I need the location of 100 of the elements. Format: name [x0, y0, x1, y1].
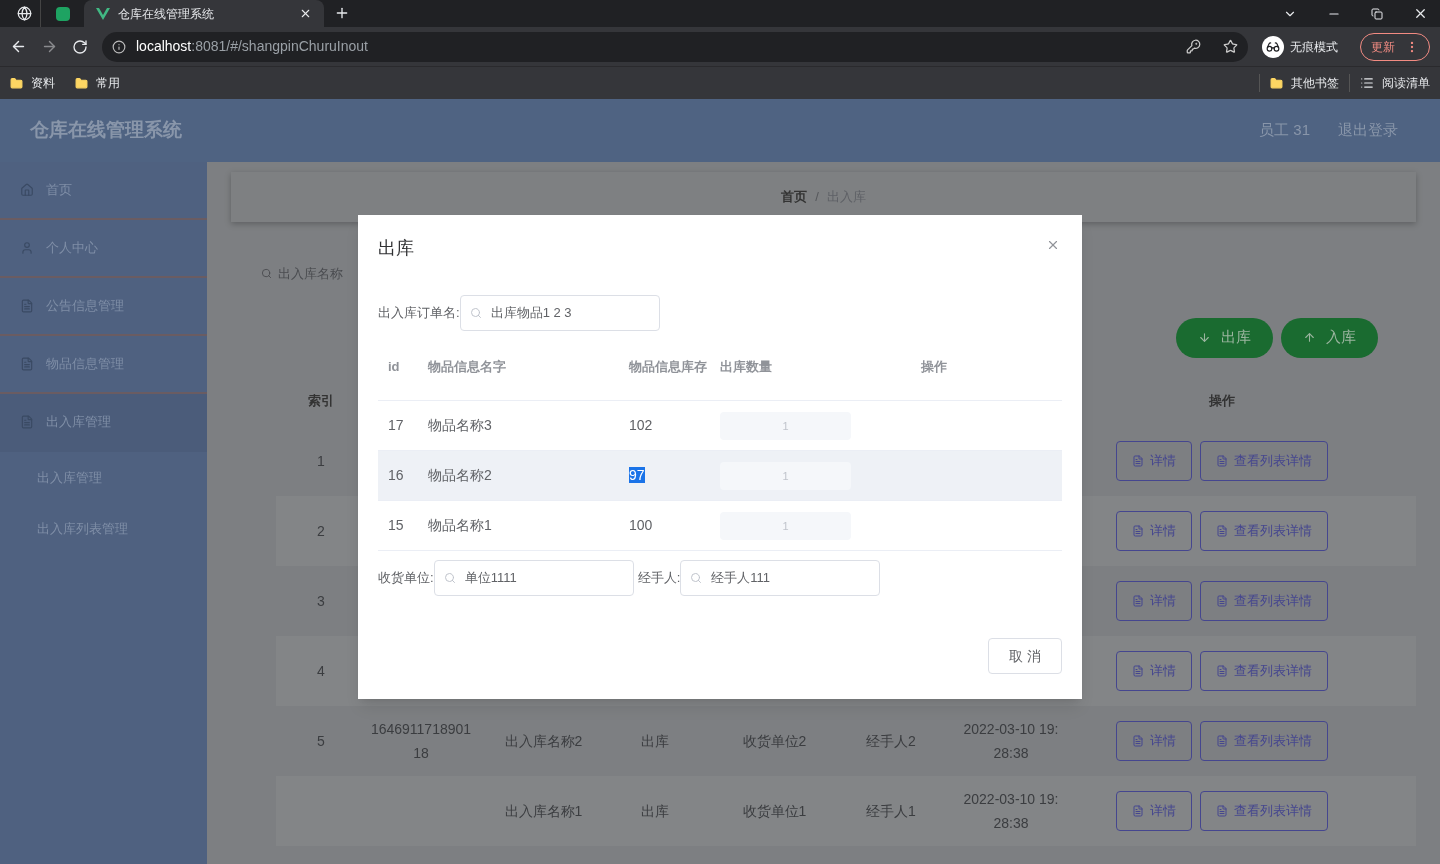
- info-icon: [112, 39, 126, 54]
- field-label: 出入库订单名:: [378, 304, 460, 323]
- column-header: 操作: [921, 357, 947, 376]
- table-cell-text: 16: [387, 466, 405, 485]
- app-title: 仓库在线管理系统: [30, 118, 182, 143]
- table-cell: 出库: [640, 802, 669, 819]
- reload-icon[interactable]: [72, 38, 88, 55]
- document-icon: [1132, 454, 1144, 467]
- search-icon: [443, 572, 456, 584]
- breadcrumb-link[interactable]: 首页: [781, 187, 808, 207]
- text-field[interactable]: 出库物品1 2 3: [459, 295, 660, 331]
- document-icon: [1216, 454, 1228, 467]
- folder-icon: [1270, 76, 1283, 90]
- table-cell: 1: [317, 452, 325, 469]
- logout-link[interactable]: 退出登录: [1338, 119, 1398, 142]
- forward-icon[interactable]: [41, 38, 58, 55]
- row-button[interactable]: 查看列表详情: [1200, 790, 1328, 831]
- home-icon: [20, 183, 34, 197]
- list-icon: [1360, 76, 1374, 90]
- row-button[interactable]: 详情: [1116, 510, 1192, 551]
- document-icon: [1216, 524, 1228, 537]
- document-icon: [20, 299, 34, 313]
- close-icon[interactable]: [299, 7, 312, 20]
- document-icon: [1132, 524, 1144, 537]
- close-icon[interactable]: [1413, 6, 1428, 21]
- column-header: 索引: [308, 392, 334, 408]
- action-button[interactable]: 出库: [1176, 317, 1273, 358]
- incognito-icon: [1262, 35, 1284, 58]
- table-cell-text: 15: [387, 516, 405, 535]
- column-header: 出库数量: [720, 357, 773, 376]
- table-cell: 收货单位1: [742, 802, 807, 819]
- new-tab-icon[interactable]: [334, 5, 350, 21]
- table-cell: 收货单位2: [742, 732, 807, 749]
- tab-title: 仓库在线管理系统: [118, 5, 215, 23]
- table-cell: 2022-03-10 19:28:38: [963, 790, 1059, 831]
- key-icon[interactable]: [1186, 39, 1201, 54]
- document-icon: [1132, 734, 1144, 747]
- search-icon: [690, 572, 703, 584]
- column-header: 物品信息名字: [428, 357, 507, 376]
- text-field[interactable]: 单位1111: [433, 560, 634, 596]
- action-button[interactable]: 入库: [1281, 317, 1378, 358]
- document-icon: [1132, 804, 1144, 817]
- table-cell-text: 物品名称3: [428, 416, 493, 435]
- url-text: localhost:8081/#/shangpinChuruInout: [136, 37, 368, 56]
- field-label: 经手人:: [637, 569, 681, 588]
- table-cell: 5: [317, 732, 325, 749]
- restore-icon[interactable]: [1371, 7, 1383, 20]
- table-cell: 经手人2: [866, 732, 916, 749]
- bookmark-folder[interactable]: 常用: [75, 74, 120, 92]
- table-cell-text: 物品名称1: [428, 516, 493, 535]
- column-header: 物品信息库存: [629, 357, 708, 376]
- arrow-up-icon: [1303, 331, 1316, 344]
- address-bar[interactable]: localhost:8081/#/shangpinChuruInout: [102, 31, 1248, 62]
- table-cell: 102: [629, 417, 653, 433]
- reading-list-button[interactable]: 阅读清单: [1349, 74, 1430, 92]
- globe-icon: [16, 6, 32, 21]
- table-cell: 3: [317, 592, 325, 609]
- bookmark-folder[interactable]: 资料: [10, 74, 55, 92]
- table-cell-text: 物品名称2: [428, 466, 493, 485]
- row-button[interactable]: 详情: [1116, 650, 1192, 691]
- row-button[interactable]: 查看列表详情: [1200, 510, 1328, 551]
- user-icon: [20, 241, 34, 255]
- star-icon[interactable]: [1223, 39, 1238, 54]
- document-icon: [1216, 664, 1228, 677]
- breadcrumb-separator: /: [815, 188, 819, 207]
- browser-tab[interactable]: 仓库在线管理系统: [84, 0, 324, 27]
- back-icon[interactable]: [10, 38, 27, 55]
- text-field[interactable]: 经手人111: [680, 560, 881, 596]
- document-icon: [20, 357, 34, 371]
- row-button[interactable]: 详情: [1116, 790, 1192, 831]
- table-cell-text: 17: [387, 416, 405, 435]
- document-icon: [1216, 594, 1228, 607]
- arrow-down-icon: [1198, 331, 1211, 344]
- document-icon: [20, 415, 34, 429]
- table-cell: 出入库名称1: [504, 802, 583, 819]
- sheet-icon: [55, 6, 70, 21]
- column-header: id: [387, 357, 401, 376]
- cancel-button[interactable]: 取 消: [988, 638, 1062, 674]
- document-icon: [1132, 664, 1144, 677]
- search-icon: [261, 268, 272, 280]
- v-logo-icon: [96, 7, 110, 20]
- folder-icon: [75, 76, 88, 90]
- row-button[interactable]: 查看列表详情: [1200, 650, 1328, 691]
- document-icon: [1216, 804, 1228, 817]
- column-header: 操作: [1209, 392, 1235, 408]
- table-cell: 4: [317, 662, 325, 679]
- table-cell: 100: [629, 517, 653, 533]
- bookmark-folder[interactable]: 其他书签: [1259, 74, 1349, 92]
- document-icon: [1132, 594, 1144, 607]
- table-cell: 97: [629, 467, 645, 483]
- table-cell: 出库: [640, 732, 669, 749]
- table-cell: 2: [317, 522, 325, 539]
- table-cell: 经手人1: [866, 802, 916, 819]
- table-cell: 出入库名称2: [504, 732, 583, 749]
- table-cell: 2022-03-10 19:28:38: [963, 720, 1059, 761]
- document-icon: [1216, 734, 1228, 747]
- search-icon: [469, 307, 482, 319]
- incognito-badge[interactable]: 无痕模式: [1262, 32, 1346, 61]
- dialog-title: 出库: [378, 237, 414, 260]
- folder-icon: [10, 76, 23, 90]
